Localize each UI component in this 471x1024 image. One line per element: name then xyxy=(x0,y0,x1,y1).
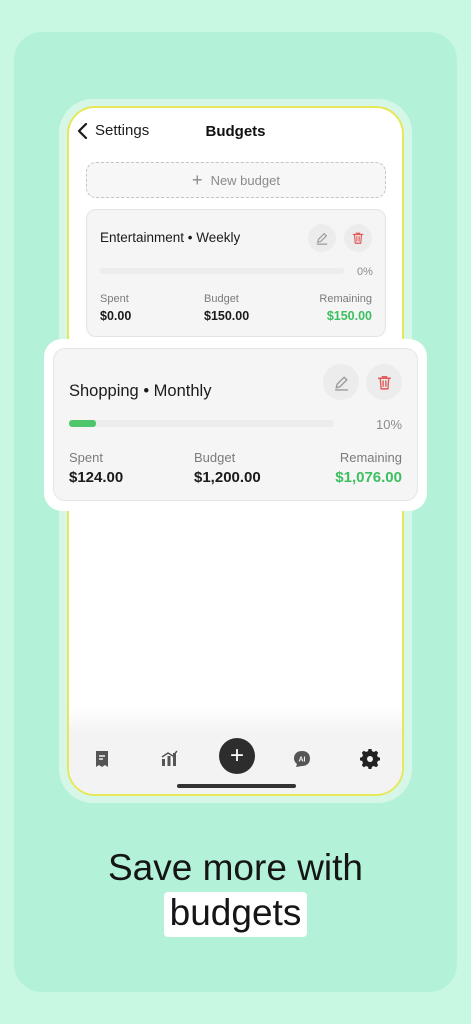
tab-reports[interactable] xyxy=(156,746,182,772)
progress-percent: 10% xyxy=(376,417,403,432)
edit-budget-button[interactable] xyxy=(323,364,359,400)
trash-icon xyxy=(352,232,364,244)
progress-fill xyxy=(69,420,96,427)
svg-text:AI: AI xyxy=(299,757,306,764)
home-indicator xyxy=(177,784,296,788)
spent-label: Spent xyxy=(100,293,129,305)
spent-label: Spent xyxy=(69,450,103,465)
remaining-value: $1,076.00 xyxy=(335,469,402,486)
remaining-label: Remaining xyxy=(319,293,372,305)
remaining-label: Remaining xyxy=(339,450,402,465)
ai-chat-icon: AI xyxy=(294,751,310,767)
delete-budget-button[interactable] xyxy=(366,364,402,400)
budget-card-shopping[interactable]: Shopping • Monthly 10% Spent $124.00 Bud… xyxy=(53,348,418,501)
edit-icon xyxy=(316,233,328,245)
budget-title: Shopping • Monthly xyxy=(69,382,212,400)
trash-icon xyxy=(377,375,391,390)
headline-line1: Save more with xyxy=(108,847,363,888)
new-budget-label: New budget xyxy=(210,172,280,188)
progress-percent: 0% xyxy=(357,266,373,278)
page-title: Budgets xyxy=(205,123,266,140)
new-budget-button[interactable]: + New budget xyxy=(86,162,386,198)
tab-transactions[interactable] xyxy=(89,746,115,772)
remaining-value: $150.00 xyxy=(326,309,372,323)
budget-label: Budget xyxy=(194,450,236,465)
chart-icon xyxy=(161,750,178,766)
budget-label: Budget xyxy=(204,293,239,305)
spent-value: $0.00 xyxy=(100,309,132,323)
headline-line2-wrap: budgets xyxy=(0,892,471,937)
edit-budget-button[interactable] xyxy=(308,224,336,252)
tab-bar: + AI xyxy=(69,734,402,794)
progress-bar xyxy=(100,268,344,274)
delete-budget-button[interactable] xyxy=(344,224,372,252)
tab-settings[interactable] xyxy=(357,746,383,772)
highlight-frame: Shopping • Monthly 10% Spent $124.00 Bud… xyxy=(44,339,427,511)
budget-card-entertainment[interactable]: Entertainment • Weekly 0% Spent $0.00 Bu… xyxy=(86,209,386,337)
tab-ai-assistant[interactable]: AI xyxy=(289,746,315,772)
progress-bar xyxy=(69,420,334,427)
add-icon: + xyxy=(229,742,244,769)
budget-value: $1,200.00 xyxy=(194,469,261,486)
plus-icon: + xyxy=(192,170,203,190)
receipt-icon xyxy=(96,751,108,767)
budget-value: $150.00 xyxy=(204,309,250,323)
add-transaction-button[interactable]: + xyxy=(219,738,255,774)
headline-line2: budgets xyxy=(163,892,308,937)
nav-bar: Settings Budgets xyxy=(69,108,402,156)
edit-icon xyxy=(334,375,348,391)
budget-title: Entertainment • Weekly xyxy=(100,230,241,245)
settings-gear-icon xyxy=(360,749,380,769)
spent-value: $124.00 xyxy=(69,469,124,486)
